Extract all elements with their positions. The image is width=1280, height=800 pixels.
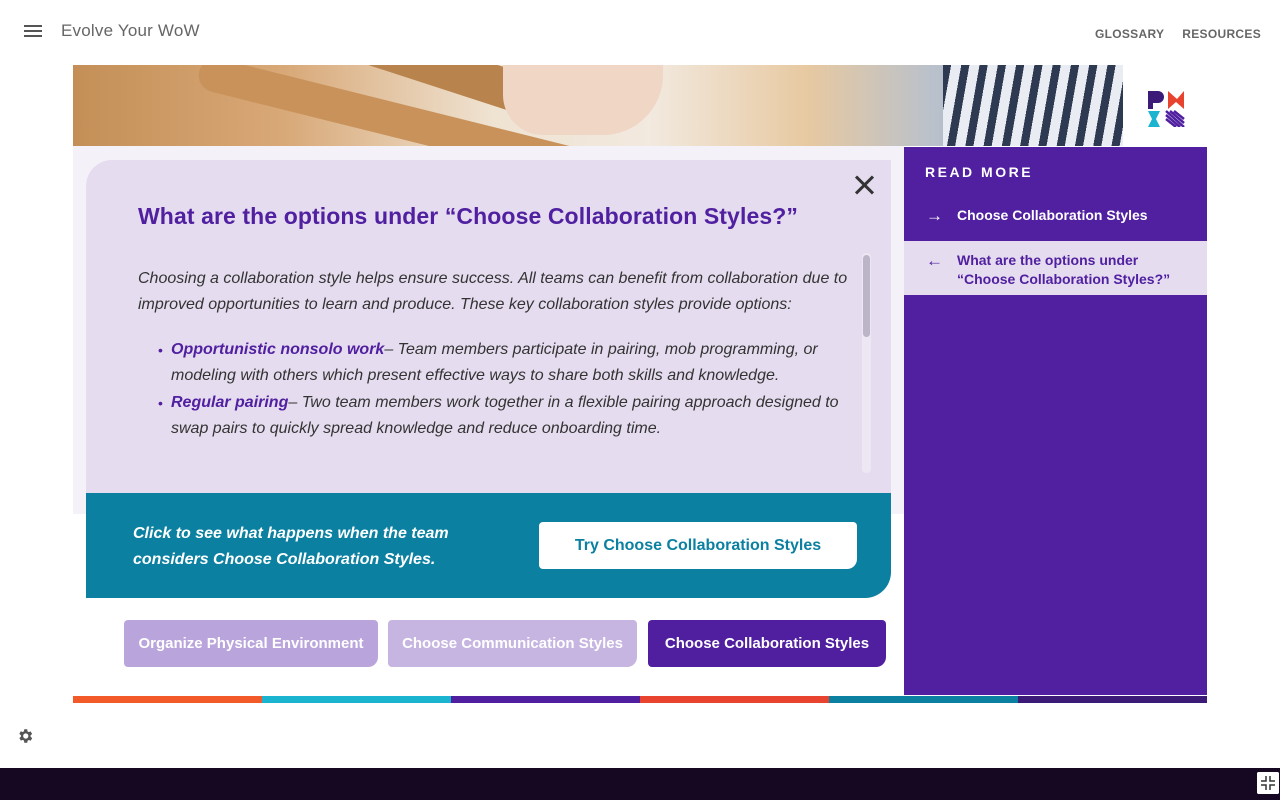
- sidebar-link-label: What are the options under “Choose Colla…: [957, 252, 1171, 287]
- app-title: Evolve Your WoW: [61, 21, 200, 40]
- strip-segment: [73, 696, 262, 703]
- pmi-logo-icon: [1148, 91, 1185, 127]
- nav-resources[interactable]: RESOURCES: [1182, 27, 1261, 41]
- exit-fullscreen-icon[interactable]: [1257, 772, 1279, 794]
- sidebar-link-label: Choose Collaboration Styles: [957, 207, 1148, 223]
- list-item: Opportunistic nonsolo work– Team members…: [158, 337, 848, 389]
- list-item: Regular pairing– Two team members work t…: [158, 390, 848, 442]
- card-title: What are the options under “Choose Colla…: [138, 203, 798, 229]
- strip-segment: [1018, 696, 1207, 703]
- strip-segment: [829, 696, 1018, 703]
- sidebar-link-choose-collaboration-styles[interactable]: → Choose Collaboration Styles: [904, 196, 1207, 236]
- intro-text: Choosing a collaboration style helps ens…: [138, 270, 848, 313]
- sidebar-title: READ MORE: [925, 164, 1034, 180]
- menu-icon[interactable]: [24, 25, 42, 39]
- try-collaboration-styles-button[interactable]: Try Choose Collaboration Styles: [539, 522, 857, 569]
- card-content[interactable]: Choosing a collaboration style helps ens…: [138, 266, 848, 473]
- tab-choose-collaboration-styles[interactable]: Choose Collaboration Styles: [648, 620, 886, 667]
- gear-icon[interactable]: [16, 727, 34, 745]
- strip-segment: [451, 696, 640, 703]
- tab-organize-physical-environment[interactable]: Organize Physical Environment: [124, 620, 378, 667]
- bullet-list: Opportunistic nonsolo work– Team members…: [138, 337, 848, 442]
- arrow-left-icon: ←: [926, 251, 943, 270]
- tab-choose-communication-styles[interactable]: Choose Communication Styles: [388, 620, 637, 667]
- top-bar: Evolve Your WoW GLOSSARY RESOURCES: [0, 0, 1280, 64]
- term-label: Opportunistic nonsolo work: [171, 341, 385, 358]
- sidebar-link-options[interactable]: ← What are the options under “Choose Col…: [904, 241, 1207, 295]
- top-nav: GLOSSARY RESOURCES: [1095, 27, 1261, 41]
- scrollbar-thumb[interactable]: [863, 255, 870, 337]
- term-label: Regular pairing: [171, 394, 289, 411]
- strip-segment: [262, 696, 451, 703]
- hero-image: [73, 65, 1123, 146]
- footer-bar: [0, 768, 1280, 800]
- strip-segment: [640, 696, 829, 703]
- arrow-right-icon: →: [926, 206, 943, 225]
- color-strip: [73, 696, 1207, 703]
- nav-glossary[interactable]: GLOSSARY: [1095, 27, 1164, 41]
- close-icon[interactable]: [852, 173, 876, 197]
- cta-text: Click to see what happens when the team …: [133, 525, 449, 568]
